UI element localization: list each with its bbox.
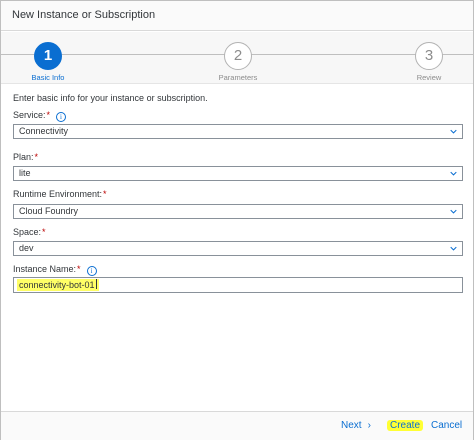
instance-name-text: connectivity-bot-01 [19,280,95,290]
new-instance-dialog: New Instance or Subscription 1 Basic Inf… [0,0,474,440]
plan-label: Plan:* [13,152,38,162]
runtime-label-text: Runtime Environment: [13,189,103,199]
chevron-down-icon [450,171,457,176]
wizard-step-review[interactable]: 3 Review [384,42,474,82]
instance-name-value: connectivity-bot-01 [17,279,99,291]
step-label: Parameters [218,73,258,82]
required-asterisk: * [46,110,51,120]
chevron-down-icon [450,246,457,251]
service-select[interactable]: Connectivity [13,124,463,139]
instance-name-input[interactable]: connectivity-bot-01 [13,277,463,293]
chevron-right-icon: › [367,420,371,431]
wizard-step-parameters[interactable]: 2 Parameters [193,42,283,82]
service-label-text: Service: [13,110,46,120]
chevron-down-icon [450,129,457,134]
plan-select-value: lite [19,168,31,178]
step-number: 1 [34,42,62,70]
space-select[interactable]: dev [13,241,463,256]
plan-select[interactable]: lite [13,166,463,181]
wizard-step-basic-info[interactable]: 1 Basic Info [3,42,93,82]
wizard-progress: 1 Basic Info 2 Parameters 3 Review [1,32,473,84]
required-asterisk: * [103,189,107,199]
instance-name-label: Instance Name:* i [13,264,97,276]
form-intro-text: Enter basic info for your instance or su… [13,93,208,103]
next-button[interactable]: Next › [341,420,371,431]
space-select-value: dev [19,243,34,253]
service-label: Service:* i [13,110,67,122]
step-number: 3 [415,42,443,70]
space-label: Space:* [13,227,46,237]
step-number: 2 [224,42,252,70]
step-label: Review [416,73,442,82]
info-icon[interactable]: i [56,112,67,122]
runtime-label: Runtime Environment:* [13,189,107,199]
required-asterisk: * [42,227,46,237]
text-caret [95,279,97,289]
dialog-title: New Instance or Subscription [12,9,156,21]
runtime-select-value: Cloud Foundry [19,206,79,216]
chevron-down-icon [450,209,457,214]
step-label: Basic Info [31,73,65,82]
info-icon[interactable]: i [86,266,97,276]
plan-label-text: Plan: [13,152,34,162]
dialog-footer: Next › Create Cancel [1,411,473,440]
dialog-header: New Instance or Subscription [1,1,473,31]
create-button[interactable]: Create [387,420,424,431]
required-asterisk: * [34,152,39,162]
required-asterisk: * [77,264,81,274]
next-button-label: Next [341,420,362,431]
runtime-select[interactable]: Cloud Foundry [13,204,463,219]
instance-name-label-text: Instance Name: [13,264,77,274]
service-select-value: Connectivity [19,126,69,136]
cancel-button[interactable]: Cancel [431,420,462,431]
space-label-text: Space: [13,227,42,237]
